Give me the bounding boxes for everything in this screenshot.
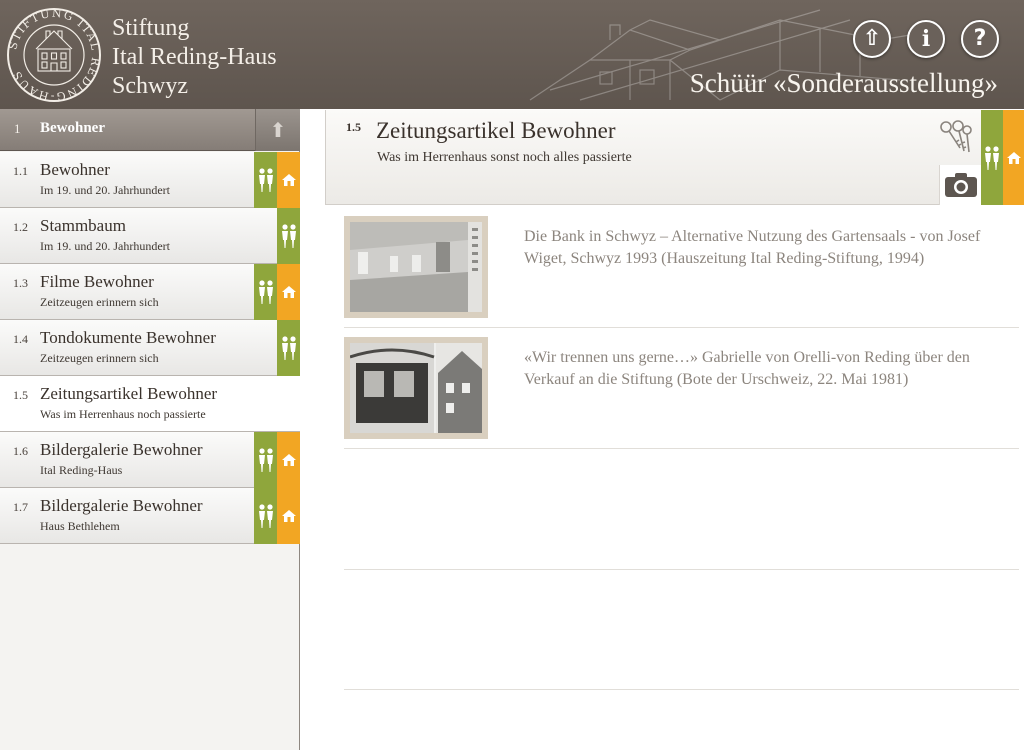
svg-text:STIFTUNG ITAL REDING-HAUS: STIFTUNG ITAL REDING-HAUS <box>6 7 102 103</box>
sidebar-item[interactable]: 1.5 Zeitungsartikel Bewohner Was im Herren… <box>0 376 300 432</box>
brand-line: Schwyz <box>112 73 188 99</box>
sidebar-item-subtitle: Was im Herrenhaus noch passierte <box>40 407 206 421</box>
article-item[interactable]: «Wir trennen uns gerne…» Gabrielle von O… <box>344 329 1019 449</box>
keys-icon[interactable] <box>936 118 974 156</box>
sidebar-item[interactable]: 1.4 Tondokumente Bewohner Zeitzeugen erinn… <box>0 320 300 376</box>
article-text: Die Bank in Schwyz – Alternative Nutzung… <box>524 228 981 267</box>
residents-badge <box>254 488 277 544</box>
sidebar-item-number: 1.2 <box>13 220 28 234</box>
sidebar-item-number: 1.1 <box>13 164 28 178</box>
people-icon <box>281 336 296 360</box>
sidebar-item-number: 1.3 <box>13 276 28 290</box>
house-icon <box>281 510 296 522</box>
camera-icon <box>944 173 977 197</box>
article-photo <box>350 222 482 312</box>
residents-badge <box>254 152 277 208</box>
article-text: «Wir trennen uns gerne…» Gabrielle von O… <box>524 349 970 388</box>
sidebar-item-subtitle: Haus Bethlehem <box>40 519 120 533</box>
residents-badge <box>981 110 1003 205</box>
up-button[interactable]: ⇧ <box>853 20 891 58</box>
empty-row-divider <box>344 689 1019 690</box>
house-badge <box>277 488 300 544</box>
foundation-logo: STIFTUNG ITAL REDING-HAUS <box>6 7 102 103</box>
sidebar-item[interactable]: 1.3 Filme Bewohner Zeitzeugen erinnern sic… <box>0 264 300 320</box>
info-icon: i <box>921 26 931 52</box>
sidebar-item-subtitle: Im 19. und 20. Jahrhundert <box>40 183 170 197</box>
sidebar-header-number: 1 <box>14 121 21 136</box>
people-icon <box>985 145 999 170</box>
sidebar-item-title: Zeitungsartikel Bewohner <box>40 384 218 403</box>
sidebar-item-number: 1.4 <box>13 332 28 346</box>
residents-badge <box>277 208 300 264</box>
house-icon <box>281 454 296 466</box>
sidebar-item-subtitle: Zeitzeugen erinnern sich <box>40 295 159 309</box>
sidebar-item-number: 1.6 <box>13 444 28 458</box>
sidebar-item-subtitle: Zeitzeugen erinnern sich <box>40 351 159 365</box>
brand-line: Ital Reding-Haus <box>112 44 277 70</box>
sidebar-item-title: Bildergalerie Bewohner <box>40 440 203 459</box>
sidebar-item-title: Filme Bewohner <box>40 272 154 291</box>
residents-badge <box>254 432 277 488</box>
sidebar-item-subtitle: Ital Reding-Haus <box>40 463 123 477</box>
sidebar-item-title: Bewohner <box>40 160 110 179</box>
house-badge <box>277 152 300 208</box>
sidebar-item-title: Tondokumente Bewohner <box>40 328 216 347</box>
section-title: Schüür «Sonderausstellung» <box>689 68 998 98</box>
residents-badge <box>277 320 300 376</box>
sidebar: 1 Bewohner ⬆ 1.1 Bewohner Im 19. und 20. J… <box>0 109 300 750</box>
sidebar-item-number: 1.5 <box>13 388 28 402</box>
content-header: 1.5 Zeitungsartikel Bewohner Was im Herr… <box>325 110 1024 205</box>
help-icon: ? <box>973 26 987 51</box>
residents-badge <box>254 264 277 320</box>
house-icon <box>1007 151 1021 164</box>
info-button[interactable]: i <box>907 20 945 58</box>
sidebar-up-button[interactable]: ⬆ <box>255 109 300 151</box>
logo-ring-text: STIFTUNG ITAL REDING-HAUS <box>6 7 100 103</box>
article-thumbnail[interactable] <box>344 337 488 439</box>
empty-row-divider <box>344 569 1019 570</box>
content-subtitle: Was im Herrenhaus sonst noch alles passi… <box>377 150 632 165</box>
house-icon <box>281 174 296 186</box>
sidebar-item-title: Stammbaum <box>40 216 126 235</box>
people-icon <box>258 448 273 472</box>
sidebar-item[interactable]: 1.1 Bewohner Im 19. und 20. Jahrhundert <box>0 152 300 208</box>
up-arrow-icon: ⇧ <box>862 26 882 51</box>
sidebar-item-title: Bildergalerie Bewohner <box>40 496 203 515</box>
house-icon <box>281 286 296 298</box>
app-header: STIFTUNG ITAL REDING-HAUS Stiftung Ital … <box>0 0 1024 109</box>
sidebar-item[interactable]: 1.2 Stammbaum Im 19. und 20. Jahrhundert <box>0 208 300 264</box>
article-photo <box>350 343 482 433</box>
up-arrow-icon: ⬆ <box>269 118 287 142</box>
sidebar-item[interactable]: 1.6 Bildergalerie Bewohner Ital Reding-Hau… <box>0 432 300 488</box>
people-icon <box>281 224 296 248</box>
house-badge <box>277 264 300 320</box>
sidebar-header: 1 Bewohner ⬆ <box>0 109 300 151</box>
people-icon <box>258 504 273 528</box>
article-thumbnail[interactable] <box>344 216 488 318</box>
content-number: 1.5 <box>346 120 361 134</box>
article-item[interactable]: Die Bank in Schwyz – Alternative Nutzung… <box>344 208 1019 328</box>
house-badge <box>277 432 300 488</box>
sidebar-item-subtitle: Im 19. und 20. Jahrhundert <box>40 239 170 253</box>
sidebar-header-label: Bewohner <box>40 120 105 136</box>
content-title: Zeitungsartikel Bewohner <box>376 118 616 143</box>
sidebar-item-number: 1.7 <box>13 500 28 514</box>
help-button[interactable]: ? <box>961 20 999 58</box>
sidebar-item[interactable]: 1.7 Bildergalerie Bewohner Haus Bethlehem <box>0 488 300 544</box>
foundation-name: Stiftung Ital Reding-Haus Schwyz <box>112 14 277 101</box>
people-icon <box>258 280 273 304</box>
brand-line: Stiftung <box>112 15 190 41</box>
house-badge <box>1003 110 1024 205</box>
camera-button[interactable] <box>939 165 981 205</box>
people-icon <box>258 168 273 192</box>
